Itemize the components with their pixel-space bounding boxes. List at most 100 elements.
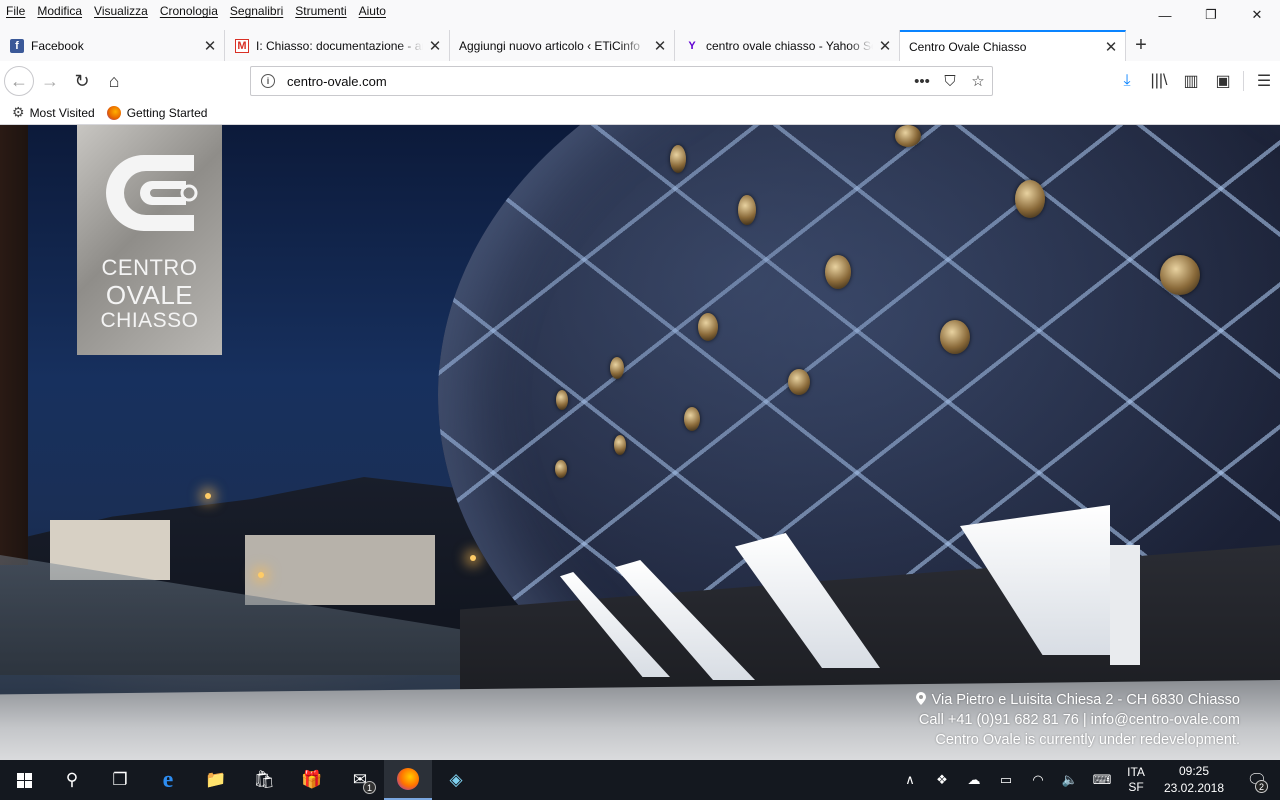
volume-icon[interactable]: 🔈: [1054, 760, 1086, 800]
bookmark-label: Getting Started: [126, 105, 208, 120]
gmail-icon: M: [235, 38, 249, 53]
page-content: CENTRO OVALE CHIASSO Via Pietro e Luisit…: [0, 125, 1280, 760]
tab-gmail[interactable]: M I: Chiasso: documentazione - ar ✕: [225, 30, 450, 61]
street-lamp: [205, 493, 211, 499]
library-icon[interactable]: |||\: [1143, 65, 1175, 97]
background-building: [245, 535, 435, 605]
menu-strumenti[interactable]: Strumenti: [289, 0, 352, 19]
input-language[interactable]: ITA SF: [1118, 765, 1154, 795]
window-controls: — ❐ ✕: [1142, 0, 1280, 30]
clock-date: 23.02.2018: [1163, 781, 1225, 795]
tab-eticinfo[interactable]: Aggiungi nuovo articolo ‹ ETiCinfo ✕: [450, 30, 675, 61]
tab-close-icon[interactable]: ✕: [427, 38, 443, 55]
file-explorer-icon[interactable]: 📁: [192, 760, 240, 800]
menu-cronologia[interactable]: Cronologia: [154, 0, 224, 19]
street-lamp: [470, 555, 476, 561]
sidebar-icon[interactable]: ▥: [1175, 65, 1207, 97]
foreground-post: [0, 125, 28, 565]
porthole: [738, 195, 756, 225]
start-button[interactable]: [0, 760, 48, 800]
tray-chevron-icon[interactable]: ∧: [894, 760, 926, 800]
task-view-icon[interactable]: ❐: [96, 760, 144, 800]
tab-facebook[interactable]: f Facebook ✕: [0, 30, 225, 61]
battery-icon[interactable]: ▭: [990, 760, 1022, 800]
tab-close-icon[interactable]: ✕: [652, 38, 668, 55]
toolbar-right: ⤓ |||\ ▥ ▣ ☰: [1111, 65, 1280, 97]
minimize-button[interactable]: —: [1142, 0, 1188, 30]
new-tab-button[interactable]: +: [1126, 30, 1156, 61]
tab-close-icon[interactable]: ✕: [1103, 39, 1119, 56]
mail-icon[interactable]: ✉ 1: [336, 760, 384, 800]
menu-modifica[interactable]: Modifica: [31, 0, 88, 19]
clock[interactable]: 09:25 23.02.2018: [1154, 763, 1234, 797]
windows-taskbar: ⚲ ❐ e 📁 🛍 🎁 ✉ 1 ◈ ∧ ❖ ☁ ▭ ◠ 🔈 ⌨ ITA SF 0…: [0, 760, 1280, 800]
tab-close-icon[interactable]: ✕: [877, 38, 893, 55]
close-window-button[interactable]: ✕: [1234, 0, 1280, 30]
tab-centro-ovale[interactable]: Centro Ovale Chiasso ✕: [900, 30, 1126, 61]
edge-icon[interactable]: e: [144, 760, 192, 800]
home-button[interactable]: ⌂: [98, 65, 130, 97]
bookmark-getting-started[interactable]: Getting Started: [106, 105, 208, 120]
search-icon[interactable]: ⚲: [48, 760, 96, 800]
restore-button[interactable]: ❐: [1188, 0, 1234, 30]
street-lamp: [258, 572, 264, 578]
tab-yahoo[interactable]: Y centro ovale chiasso - Yahoo Se ✕: [675, 30, 900, 61]
porthole: [940, 320, 970, 354]
tab-title: I: Chiasso: documentazione - ar: [256, 38, 423, 53]
tab-strip: f Facebook ✕ M I: Chiasso: documentazion…: [0, 30, 1280, 61]
screenshot-icon[interactable]: ▣: [1207, 65, 1239, 97]
pocket-icon[interactable]: ⛉: [936, 73, 964, 90]
porthole: [684, 407, 700, 431]
logo-text-chiasso: CHIASSO: [100, 309, 199, 332]
menu-file[interactable]: File: [0, 0, 31, 19]
porthole: [698, 313, 718, 341]
url-input[interactable]: centro-ovale.com: [287, 74, 908, 89]
store-icon[interactable]: 🛍: [240, 760, 288, 800]
navigation-toolbar: ← → ↻ ⌂ i centro-ovale.com ••• ⛉ ☆ ⤓ |||…: [0, 61, 1280, 101]
porthole: [670, 145, 686, 173]
back-button[interactable]: ←: [4, 66, 34, 96]
forward-button[interactable]: →: [34, 65, 66, 97]
status-line: Centro Ovale is currently under redevelo…: [935, 732, 1240, 748]
download-icon[interactable]: ⤓: [1111, 65, 1143, 97]
bookmark-most-visited[interactable]: ⚙ Most Visited: [12, 104, 95, 121]
canopy-fin: [1110, 545, 1140, 665]
tab-title: Centro Ovale Chiasso: [909, 39, 1027, 54]
page-actions-icon[interactable]: •••: [908, 73, 936, 90]
centro-ovale-logo[interactable]: CENTRO OVALE CHIASSO: [77, 125, 222, 355]
logo-emblem-icon: [106, 155, 198, 231]
onedrive-icon[interactable]: ☁: [958, 760, 990, 800]
contact-line[interactable]: Call +41 (0)91 682 81 76 | info@centro-o…: [916, 710, 1240, 730]
tab-close-icon[interactable]: ✕: [202, 38, 218, 55]
address-text: Via Pietro e Luisita Chiesa 2 - CH 6830 …: [931, 692, 1240, 708]
porthole: [610, 357, 624, 379]
porthole: [614, 435, 626, 455]
keyboard-icon[interactable]: ⌨: [1086, 760, 1118, 800]
bookmark-star-icon[interactable]: ☆: [964, 72, 992, 90]
porthole: [825, 255, 851, 289]
url-bar[interactable]: i centro-ovale.com ••• ⛉ ☆: [250, 66, 993, 96]
tab-title: centro ovale chiasso - Yahoo Se: [706, 38, 873, 53]
menu-aiuto[interactable]: Aiuto: [353, 0, 392, 19]
notifications-count: 2: [1255, 780, 1268, 793]
firefox-taskbar-icon[interactable]: [384, 760, 432, 800]
toolbar-divider: [1243, 71, 1244, 91]
logo-text-ovale: OVALE: [105, 280, 194, 310]
gift-icon[interactable]: 🎁: [288, 760, 336, 800]
notepad-icon[interactable]: ◈: [432, 760, 480, 800]
site-info-icon[interactable]: i: [261, 74, 275, 88]
porthole: [1160, 255, 1200, 295]
firefox-icon: [397, 768, 419, 790]
menu-visualizza[interactable]: Visualizza: [88, 0, 154, 19]
wifi-icon[interactable]: ◠: [1022, 760, 1054, 800]
logo-text-centro: CENTRO: [101, 255, 198, 280]
menu-icon[interactable]: ☰: [1248, 65, 1280, 97]
menu-segnalibri[interactable]: Segnalibri: [224, 0, 289, 19]
facebook-icon: f: [10, 38, 24, 53]
reload-button[interactable]: ↻: [66, 65, 98, 97]
map-pin-icon: [915, 692, 926, 705]
menu-bar: File Modifica Visualizza Cronologia Segn…: [0, 0, 1280, 30]
action-center-button[interactable]: 🗨 2: [1234, 760, 1280, 800]
dropbox-icon[interactable]: ❖: [926, 760, 958, 800]
clock-time: 09:25: [1178, 764, 1210, 778]
